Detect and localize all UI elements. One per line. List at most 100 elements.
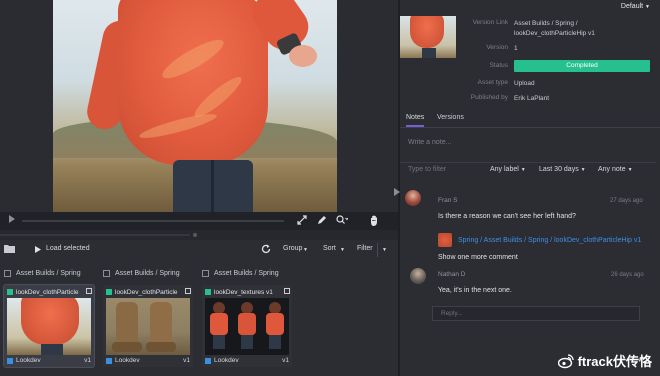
note-link-text[interactable]: Spring / Asset Builds / Spring / lookDev… [458, 237, 641, 244]
character-hand [289, 45, 317, 67]
card-task: Lookdev [115, 357, 140, 364]
notes-filter-row: Type to filter Any label ▼ Last 30 days … [400, 162, 656, 176]
image-icon [284, 288, 290, 294]
show-more-comments[interactable]: Show one more comment [438, 254, 518, 261]
card-thumbnail [205, 298, 289, 355]
group-label: Asset Builds / Spring [214, 269, 279, 277]
published-by-row: Published by Erik LaPlant [464, 94, 654, 104]
note-text: Is there a reason we can't see her left … [438, 213, 576, 220]
expand-icon[interactable] [296, 215, 308, 227]
group-label: Asset Builds / Spring [115, 269, 180, 277]
card-task: Lookdev [16, 357, 41, 364]
weibo-icon [557, 353, 574, 368]
chevron-down-icon: ▼ [340, 247, 345, 253]
group-label: Asset Builds / Spring [16, 269, 81, 277]
image-icon [86, 288, 92, 294]
version-card[interactable]: lookDev_clothParticle Lookdev v1 [3, 284, 95, 368]
published-by-value: Erik LaPlant [514, 95, 550, 102]
note-time: 26 days ago [611, 272, 644, 278]
version-link-line2[interactable]: lookDev_clothParticleHip v1 [514, 30, 595, 37]
date-filter[interactable]: Last 30 days ▼ [539, 166, 586, 173]
status-square [106, 289, 112, 295]
card-title: lookDev_clothParticle [16, 288, 79, 296]
card-thumbnail [7, 298, 91, 355]
avatar [410, 268, 426, 284]
filter-input[interactable]: Type to filter [408, 166, 446, 173]
timeline-scrubber[interactable] [22, 220, 284, 222]
published-by-key: Published by [470, 94, 508, 101]
detail-tabs: Notes Versions [400, 110, 660, 128]
tab-versions[interactable]: Versions [437, 114, 464, 121]
toolbar-divider [377, 243, 378, 257]
avatar [405, 190, 421, 206]
image-icon [185, 288, 191, 294]
group-checkbox[interactable] [4, 269, 11, 277]
viewer-footer [0, 230, 398, 240]
asset-type-value: Upload [514, 80, 535, 87]
character-legs [173, 160, 253, 212]
card-title: lookDev_clothParticle [115, 288, 178, 296]
splitter-handle[interactable] [193, 233, 197, 237]
card-group: Asset Builds / Spring lookDev_textures v… [202, 267, 298, 367]
task-square [7, 357, 13, 364]
note-author: Fran S [438, 197, 458, 204]
status-badge[interactable]: Completed [514, 60, 650, 72]
status-square [7, 289, 13, 295]
hand-icon[interactable] [368, 215, 380, 227]
group-checkbox[interactable] [202, 269, 209, 277]
group-checkbox[interactable] [103, 269, 110, 277]
media-viewer[interactable] [0, 0, 398, 230]
viewer-margin-left [0, 0, 53, 212]
character-coat [118, 0, 268, 165]
asset-type-row: Asset type Upload [464, 79, 654, 89]
card-group: Asset Builds / Spring lookDev_clothParti… [3, 267, 100, 368]
list-toolbar: Load selected Group ▼ Sort ▼ Filter ▼ [0, 240, 398, 260]
status-row: Status Completed [464, 60, 654, 72]
watermark: ftrack伏传恪 [557, 351, 652, 370]
group-dropdown[interactable]: Group [283, 245, 302, 252]
sort-dropdown[interactable]: Sort [323, 245, 336, 252]
note-author: Nathan D [438, 271, 466, 278]
card-version: v1 [282, 357, 289, 364]
reply-input[interactable]: Reply... [432, 306, 640, 321]
folder-icon[interactable] [4, 244, 15, 255]
refresh-icon[interactable] [261, 244, 271, 256]
card-title: lookDev_textures v1 [214, 288, 273, 296]
chevron-down-icon[interactable]: ▼ [382, 247, 387, 253]
task-square [106, 357, 112, 364]
viewer-margin-right [337, 0, 398, 212]
version-cards: Asset Builds / Spring lookDev_clothParti… [0, 262, 398, 376]
note-link[interactable]: Spring / Asset Builds / Spring / lookDev… [438, 233, 641, 247]
version-link-key: Version Link [472, 19, 508, 26]
load-selected-button[interactable]: Load selected [46, 245, 90, 252]
play-icon[interactable] [6, 215, 18, 227]
card-group: Asset Builds / Spring lookDev_clothParti… [103, 267, 199, 367]
watermark-text: ftrack伏传恪 [577, 354, 652, 369]
task-square [205, 357, 211, 364]
viewer-controls [0, 212, 398, 230]
status-square [205, 289, 211, 295]
zoom-icon[interactable] [336, 215, 349, 227]
view-dropdown[interactable]: Default ▼ [621, 3, 650, 10]
card-version: v1 [183, 357, 190, 364]
version-value: 1 [514, 45, 518, 52]
version-card[interactable]: lookDev_clothParticle Lookdev v1 [103, 285, 193, 367]
note-type-filter[interactable]: Any note ▼ [598, 166, 633, 173]
filter-button[interactable]: Filter [357, 245, 373, 252]
version-key: Version [486, 44, 508, 51]
pencil-icon[interactable] [316, 215, 328, 227]
version-row: Version 1 [464, 44, 654, 54]
play-small-icon [35, 246, 41, 255]
asset-type-key: Asset type [477, 79, 508, 86]
write-note-input[interactable]: Write a note... [400, 135, 656, 151]
version-card[interactable]: lookDev_textures v1 Lookdev v1 [202, 285, 292, 367]
link-thumbnail [438, 233, 452, 247]
version-link-line1[interactable]: Asset Builds / Spring / [514, 20, 578, 27]
card-version: v1 [84, 357, 91, 364]
card-thumbnail [106, 298, 190, 355]
tab-notes[interactable]: Notes [406, 114, 425, 127]
label-filter[interactable]: Any label ▼ [490, 166, 526, 173]
viewer-image [53, 0, 337, 212]
card-task: Lookdev [214, 357, 239, 364]
note-text: Yea, it's in the next one. [438, 287, 512, 294]
